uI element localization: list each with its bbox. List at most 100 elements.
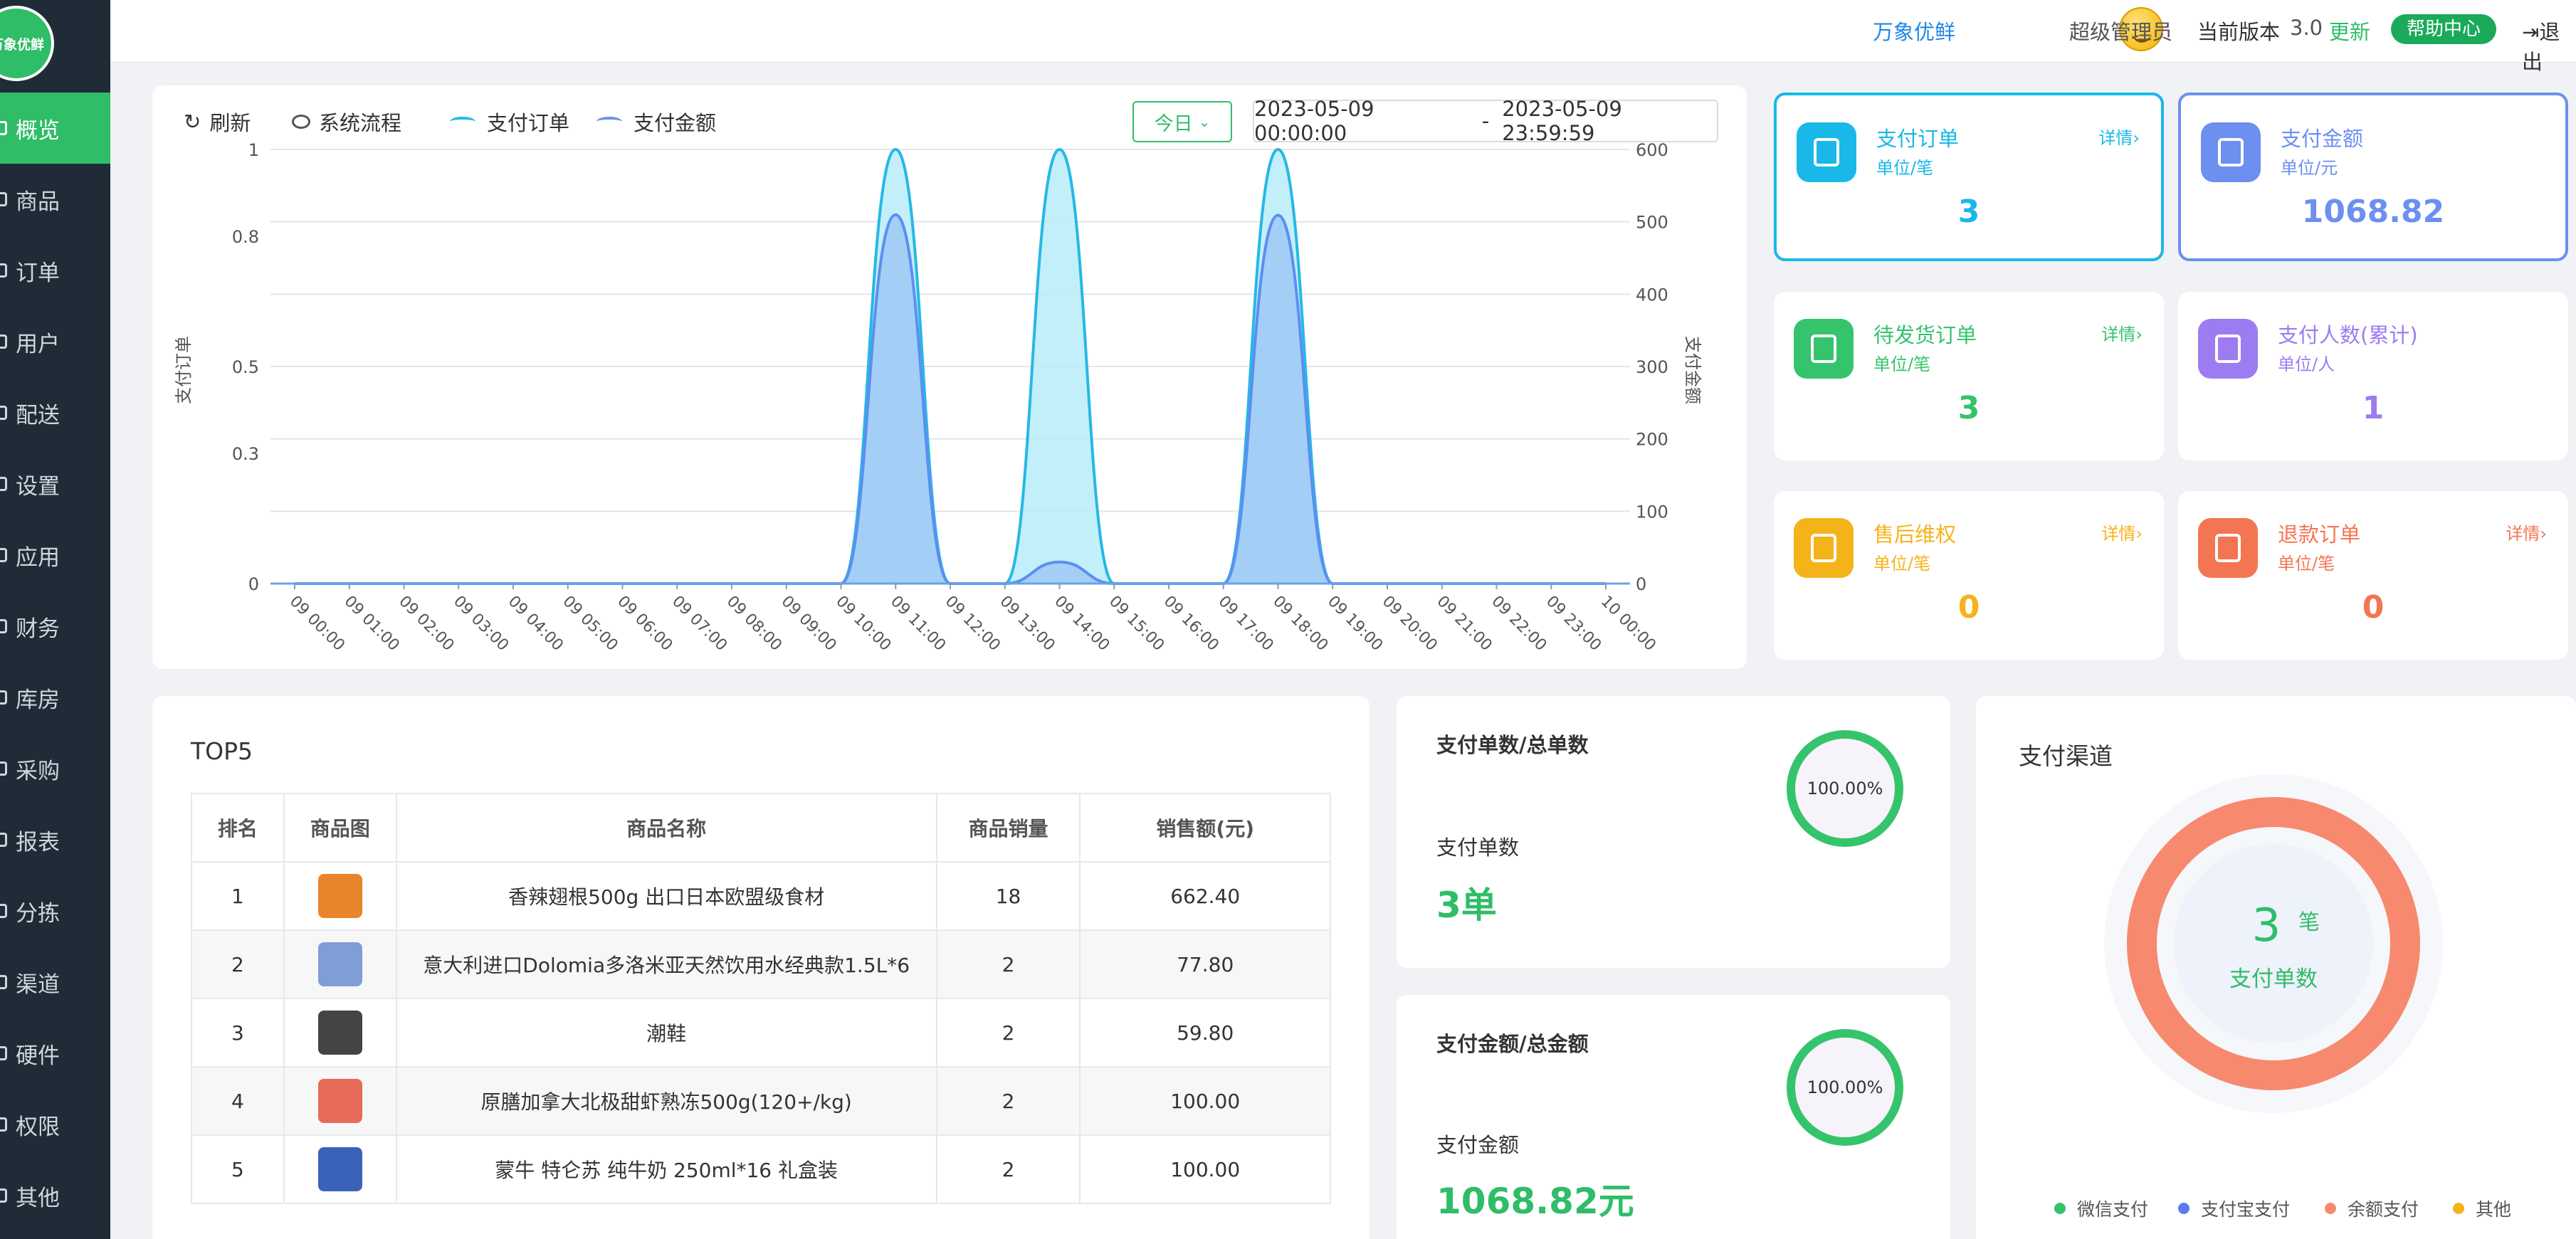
sidebar-item-0[interactable]: 概览 — [0, 93, 110, 164]
x-tick-label: 09 20:00 — [1379, 593, 1441, 655]
top-bar: 万象优鲜 超级管理员 当前版本 3.0 更新 帮助中心 ⇥退出 — [110, 0, 2576, 74]
sidebar-item-12[interactable]: 渠道 — [0, 947, 110, 1018]
name-cell: 意大利进口Dolomia多洛米亚天然饮用水经典款1.5L*6 — [395, 929, 937, 999]
stat-card-2[interactable]: 待发货订单 单位/笔 详情› 3 — [1774, 292, 2164, 460]
stat-icon — [1794, 518, 1854, 578]
legend-dot — [2054, 1203, 2066, 1214]
stat-title: 退款订单 — [2278, 522, 2361, 547]
logout-link[interactable]: ⇥退出 — [2522, 16, 2576, 75]
payment-channel-card: 支付渠道 3 笔支付单数 — [1976, 696, 2576, 1239]
sidebar-item-8[interactable]: 库房 — [0, 662, 110, 733]
menu-icon — [0, 477, 7, 491]
stat-detail-link[interactable]: 详情› — [2506, 520, 2547, 544]
table-header: 商品销量 — [935, 793, 1081, 863]
stat-icon-glyph — [2215, 534, 2241, 562]
stat-card-1[interactable]: 支付金额 单位/元 1068.82 — [2178, 93, 2568, 261]
amount-ratio-label: 支付金额 — [1436, 1133, 1520, 1157]
sidebar-item-9[interactable]: 采购 — [0, 733, 110, 804]
sidebar-item-15[interactable]: 其他 — [0, 1160, 110, 1231]
wave-icon — [450, 117, 475, 127]
menu-icon — [0, 1188, 7, 1203]
sidebar-item-1[interactable]: 商品 — [0, 164, 110, 235]
refresh-button[interactable]: ↻ 刷新 — [184, 107, 251, 137]
y-tick: 0 — [248, 574, 259, 594]
stat-card-3[interactable]: 支付人数(累计) 单位/人 1 — [2178, 292, 2568, 460]
channel-legend-item[interactable]: 微信支付 — [2054, 1196, 2148, 1221]
stat-detail-link[interactable]: 详情› — [2101, 520, 2143, 544]
product-image — [317, 942, 362, 986]
stat-icon-glyph — [1811, 334, 1836, 363]
channel-legend-item[interactable]: 其他 — [2453, 1196, 2511, 1221]
sidebar-item-13[interactable]: 硬件 — [0, 1018, 110, 1089]
legend-pay-amount[interactable]: 支付金额 — [596, 107, 716, 137]
menu-icon — [0, 192, 7, 206]
sidebar-item-4[interactable]: 配送 — [0, 377, 110, 448]
stat-icon — [1794, 319, 1854, 379]
channel-legend-item[interactable]: 支付宝支付 — [2178, 1196, 2290, 1221]
sidebar-item-11[interactable]: 分拣 — [0, 875, 110, 947]
sidebar-item-10[interactable]: 报表 — [0, 804, 110, 875]
series-line-1 — [295, 213, 1606, 586]
table-row[interactable]: 2 意大利进口Dolomia多洛米亚天然饮用水经典款1.5L*6 2 77.80 — [191, 929, 1331, 999]
sidebar-item-14[interactable]: 权限 — [0, 1089, 110, 1160]
system-flow-button[interactable]: 系统流程 — [292, 107, 401, 137]
app-logo[interactable]: 万象优鲜 — [0, 6, 54, 81]
channel-legend-item[interactable]: 余额支付 — [2325, 1196, 2419, 1221]
menu-icon — [0, 619, 7, 633]
table-row[interactable]: 4 原膳加拿大北极甜虾熟冻500g(120+/kg) 2 100.00 — [191, 1066, 1331, 1136]
stat-value: 3 — [1957, 390, 1980, 426]
rank-cell: 1 — [191, 861, 285, 931]
table-row[interactable]: 5 蒙牛 特仑苏 纯牛奶 250ml*16 礼盒装 2 100.00 — [191, 1134, 1331, 1204]
sidebar-item-2[interactable]: 订单 — [0, 235, 110, 306]
payment-channel-donut: 3 笔支付单数 — [2104, 774, 2443, 1113]
stat-icon — [1797, 122, 1856, 182]
order-ratio-value: 3单 — [1436, 885, 1497, 926]
stat-card-0[interactable]: 支付订单 单位/笔 详情› 3 — [1774, 93, 2164, 261]
table-row[interactable]: 3 潮鞋 2 59.80 — [191, 998, 1331, 1067]
stat-detail-link[interactable]: 详情› — [2098, 124, 2140, 149]
sidebar-item-7[interactable]: 财务 — [0, 591, 110, 662]
donut-count: 3 — [2252, 900, 2281, 952]
version-number: 3.0 — [2290, 16, 2323, 40]
logout-icon: ⇥ — [2522, 20, 2540, 44]
sidebar-item-6[interactable]: 应用 — [0, 520, 110, 591]
stat-detail-link[interactable]: 详情› — [2101, 320, 2143, 345]
legend-dot — [2453, 1203, 2464, 1214]
menu-icon — [0, 263, 7, 278]
update-link[interactable]: 更新 — [2329, 16, 2370, 46]
amount-ratio-value: 1068.82元 — [1436, 1181, 1634, 1222]
y2-tick: 100 — [1636, 502, 1668, 522]
image-cell — [283, 861, 397, 931]
table-row[interactable]: 1 香辣翅根500g 出口日本欧盟级食材 18 662.40 — [191, 861, 1331, 931]
chevron-right-icon: › — [2135, 524, 2143, 544]
help-center-button[interactable]: 帮助中心 — [2391, 14, 2496, 44]
y2-tick: 0 — [1636, 574, 1646, 594]
sidebar-item-5[interactable]: 设置 — [0, 448, 110, 520]
amount-cell: 59.80 — [1079, 998, 1331, 1067]
amount-ratio-title: 支付金额/总金额 — [1436, 1032, 1589, 1056]
legend-pay-orders[interactable]: 支付订单 — [450, 107, 569, 137]
x-tick-label: 09 15:00 — [1105, 593, 1167, 655]
brand-link[interactable]: 万象优鲜 — [1873, 16, 1955, 46]
x-tick-label: 09 13:00 — [997, 593, 1058, 655]
qty-cell: 2 — [935, 929, 1081, 999]
product-image — [317, 1079, 362, 1123]
stat-card-4[interactable]: 售后维权 单位/笔 详情› 0 — [1774, 491, 2164, 660]
product-image — [317, 874, 362, 918]
series-area-1 — [295, 214, 1606, 584]
stat-title: 待发货订单 — [1873, 323, 1977, 347]
user-name[interactable]: 超级管理员 — [2069, 16, 2172, 46]
stat-card-5[interactable]: 退款订单 单位/笔 详情› 0 — [2178, 491, 2568, 660]
rank-cell: 4 — [191, 1066, 285, 1136]
name-cell: 潮鞋 — [395, 998, 937, 1067]
name-cell: 蒙牛 特仑苏 纯牛奶 250ml*16 礼盒装 — [395, 1134, 937, 1204]
sidebar-item-3[interactable]: 用户 — [0, 306, 110, 377]
chevron-down-icon: ⌄ — [1198, 113, 1211, 130]
menu-icon — [0, 406, 7, 420]
name-cell: 香辣翅根500g 出口日本欧盟级食材 — [395, 861, 937, 931]
y2-axis-label: 支付金额 — [1683, 336, 1703, 404]
stat-value: 1 — [2362, 390, 2385, 426]
y2-tick: 400 — [1636, 285, 1668, 305]
stat-value: 1068.82 — [2301, 194, 2445, 230]
y2-tick: 500 — [1636, 213, 1668, 233]
